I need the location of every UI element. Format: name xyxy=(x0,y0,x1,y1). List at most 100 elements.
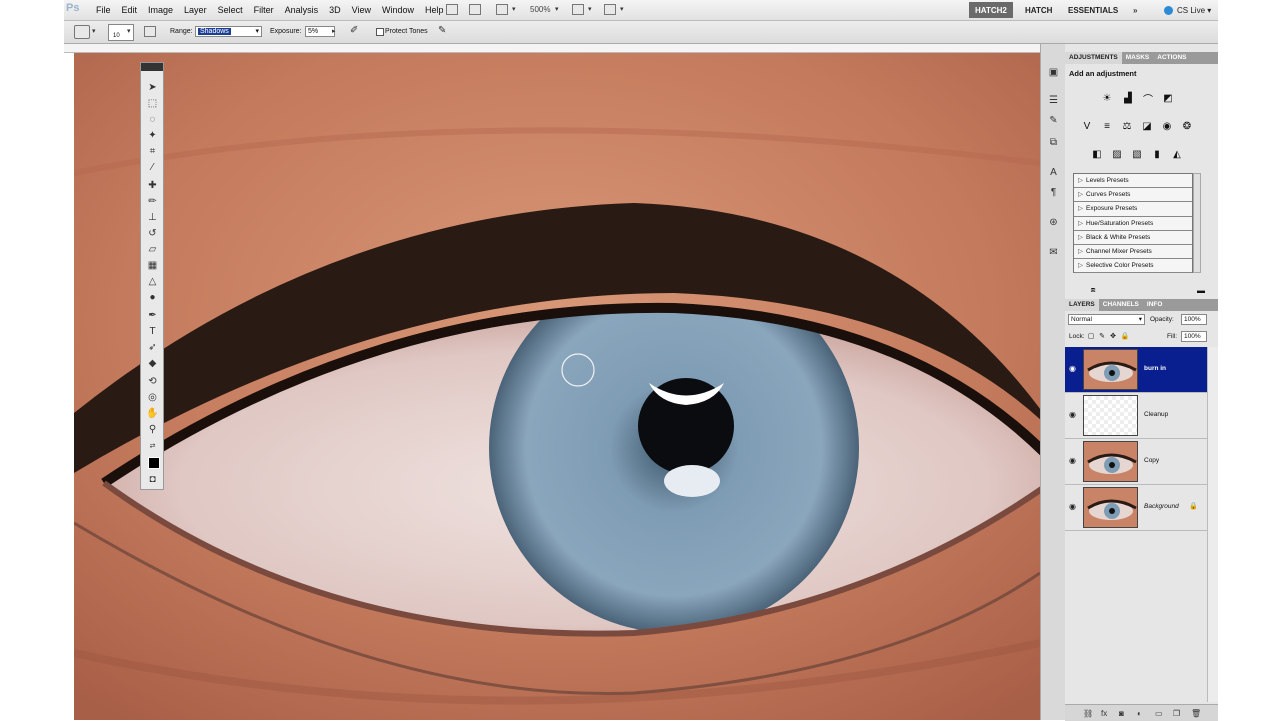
hue-saturation-icon[interactable]: ≡ xyxy=(1101,120,1113,132)
chevron-down-icon[interactable]: ▾ xyxy=(127,27,131,35)
layer-row-cleanup[interactable]: ◉ Cleanup xyxy=(1065,393,1207,439)
menu-select[interactable]: Select xyxy=(218,5,243,15)
visibility-eye-icon[interactable]: ◉ xyxy=(1069,456,1076,465)
3d-rotate-tool-icon[interactable]: ⟲ xyxy=(146,375,159,388)
brush-panel-icon[interactable] xyxy=(144,26,156,37)
quick-mask-icon[interactable]: ◘ xyxy=(146,473,159,486)
dodge-tool-icon[interactable]: ● xyxy=(146,291,159,304)
exposure-input[interactable]: 5% xyxy=(305,26,335,37)
color-balance-icon[interactable]: ⚖ xyxy=(1121,120,1133,132)
workspace-essentials[interactable]: ESSENTIALS xyxy=(1062,2,1124,18)
layer-row-burn-in[interactable]: ◉ burn in xyxy=(1065,347,1207,393)
healing-brush-tool-icon[interactable]: ✚ xyxy=(146,179,159,192)
tools-panel-header[interactable] xyxy=(141,63,163,71)
chevron-down-icon[interactable]: ▾ xyxy=(620,5,624,13)
threshold-icon[interactable]: ▧ xyxy=(1131,148,1143,160)
view-extras-icon[interactable] xyxy=(496,4,508,15)
screen-mode-icon[interactable] xyxy=(604,4,616,15)
visibility-eye-icon[interactable]: ◉ xyxy=(1069,502,1076,511)
blend-mode-select[interactable]: Normal ▾ xyxy=(1068,314,1145,325)
menu-filter[interactable]: Filter xyxy=(254,5,274,15)
lock-position-icon[interactable]: ✥ xyxy=(1109,330,1117,342)
menu-image[interactable]: Image xyxy=(148,5,173,15)
airbrush-icon[interactable]: ✐ xyxy=(350,25,358,36)
preset-exposure[interactable]: ▷ Exposure Presets xyxy=(1074,202,1192,217)
workspace-hatch2[interactable]: HATCH2 xyxy=(969,2,1013,18)
clone-source-icon[interactable]: ⧉ xyxy=(1047,136,1060,148)
hand-tool-icon[interactable]: ✋ xyxy=(146,407,159,420)
opacity-input[interactable]: 100% xyxy=(1181,314,1207,325)
brightness-contrast-icon[interactable]: ☀ xyxy=(1101,92,1113,104)
swap-colors-icon[interactable]: ⇄ xyxy=(146,439,159,452)
3d-panel-icon[interactable]: ⊛ xyxy=(1047,216,1060,228)
protect-tones-checkbox[interactable] xyxy=(376,28,384,36)
tab-actions[interactable]: ACTIONS xyxy=(1153,52,1190,64)
paragraph-icon[interactable]: ¶ xyxy=(1047,186,1060,198)
move-tool-icon[interactable]: ➤ xyxy=(146,81,159,94)
visibility-eye-icon[interactable]: ◉ xyxy=(1069,364,1076,373)
3d-orbit-tool-icon[interactable]: ◎ xyxy=(146,391,159,404)
foreground-color-swatch[interactable] xyxy=(148,457,160,469)
chevron-down-icon[interactable]: ▾ xyxy=(588,5,592,13)
layers-scrollbar[interactable] xyxy=(1207,347,1218,702)
black-white-icon[interactable]: ◪ xyxy=(1141,120,1153,132)
notes-icon[interactable]: ✉ xyxy=(1047,246,1060,258)
link-layers-icon[interactable]: ⛓ xyxy=(1083,709,1093,718)
lock-pixels-icon[interactable]: ✎ xyxy=(1098,330,1106,342)
history-brush-tool-icon[interactable]: ↺ xyxy=(146,227,159,240)
eyedropper-tool-icon[interactable]: ⁄ xyxy=(146,161,159,174)
menu-file[interactable]: File xyxy=(96,5,111,15)
preset-levels[interactable]: ▷ Levels Presets xyxy=(1074,174,1192,189)
tab-channels[interactable]: CHANNELS xyxy=(1099,299,1143,311)
exposure-icon[interactable]: ◩ xyxy=(1162,92,1174,104)
selective-color-icon[interactable]: ◭ xyxy=(1171,148,1183,160)
arrange-documents-icon[interactable] xyxy=(572,4,584,15)
menu-layer[interactable]: Layer xyxy=(184,5,207,15)
tool-preset-icon[interactable] xyxy=(74,25,90,39)
chevron-down-icon[interactable]: ▾ xyxy=(555,5,559,13)
new-group-icon[interactable]: ▭ xyxy=(1155,709,1163,718)
menu-edit[interactable]: Edit xyxy=(122,5,138,15)
character-icon[interactable]: A xyxy=(1047,166,1060,178)
lasso-tool-icon[interactable]: ◌ xyxy=(146,113,159,126)
layer-style-icon[interactable]: fx xyxy=(1101,709,1107,718)
pressure-icon[interactable]: ✎ xyxy=(438,25,446,36)
tab-layers[interactable]: LAYERS xyxy=(1065,299,1099,311)
trash-icon[interactable]: 🗑 xyxy=(1191,709,1201,718)
add-mask-icon[interactable]: ◙ xyxy=(1119,709,1124,718)
presets-scrollbar[interactable] xyxy=(1193,173,1201,273)
workspace-hatch[interactable]: HATCH xyxy=(1019,2,1058,18)
zoom-tool-icon[interactable]: ⚲ xyxy=(146,423,159,436)
blur-tool-icon[interactable]: △ xyxy=(146,275,159,288)
photo-filter-icon[interactable]: ◉ xyxy=(1161,120,1173,132)
gradient-map-icon[interactable]: ▮ xyxy=(1151,148,1163,160)
menu-help[interactable]: Help xyxy=(425,5,444,15)
tab-info[interactable]: INFO xyxy=(1143,299,1167,311)
layer-row-copy[interactable]: ◉ Copy xyxy=(1065,439,1207,485)
preset-channel-mixer[interactable]: ▷ Channel Mixer Presets xyxy=(1074,245,1192,260)
cs-live-button[interactable]: CS Live ▾ xyxy=(1158,2,1217,18)
preset-selective-color[interactable]: ▷ Selective Color Presets xyxy=(1074,259,1192,274)
clone-stamp-tool-icon[interactable]: ⊥ xyxy=(146,211,159,224)
levels-icon[interactable]: ▟ xyxy=(1122,92,1134,104)
mini-bridge-icon[interactable] xyxy=(469,4,481,15)
lock-all-icon[interactable]: 🔒 xyxy=(1121,330,1130,342)
marquee-tool-icon[interactable]: ⬚ xyxy=(146,97,159,110)
visibility-eye-icon[interactable]: ◉ xyxy=(1069,410,1076,419)
chevron-down-icon[interactable]: ▾ xyxy=(512,5,516,13)
quick-selection-tool-icon[interactable]: ✦ xyxy=(146,129,159,142)
preset-black-white[interactable]: ▷ Black & White Presets xyxy=(1074,231,1192,245)
navigator-icon[interactable]: ▣ xyxy=(1047,66,1060,78)
posterize-icon[interactable]: ▨ xyxy=(1111,148,1123,160)
chevron-down-icon[interactable]: ▾ xyxy=(92,27,96,35)
history-icon[interactable]: ☰ xyxy=(1047,94,1060,106)
lock-transparency-icon[interactable]: ▢ xyxy=(1087,330,1095,342)
vibrance-icon[interactable]: V xyxy=(1081,120,1093,132)
tab-masks[interactable]: MASKS xyxy=(1122,52,1153,64)
layer-row-background[interactable]: ◉ Background 🔒 xyxy=(1065,485,1207,531)
fill-input[interactable]: 100% xyxy=(1181,331,1207,342)
panel-options-icon[interactable]: ▬ xyxy=(1195,284,1207,296)
new-adjustment-layer-icon[interactable]: ◐ xyxy=(1137,709,1142,718)
preset-curves[interactable]: ▷ Curves Presets xyxy=(1074,188,1192,203)
curves-icon[interactable]: ⌒ xyxy=(1142,92,1154,106)
